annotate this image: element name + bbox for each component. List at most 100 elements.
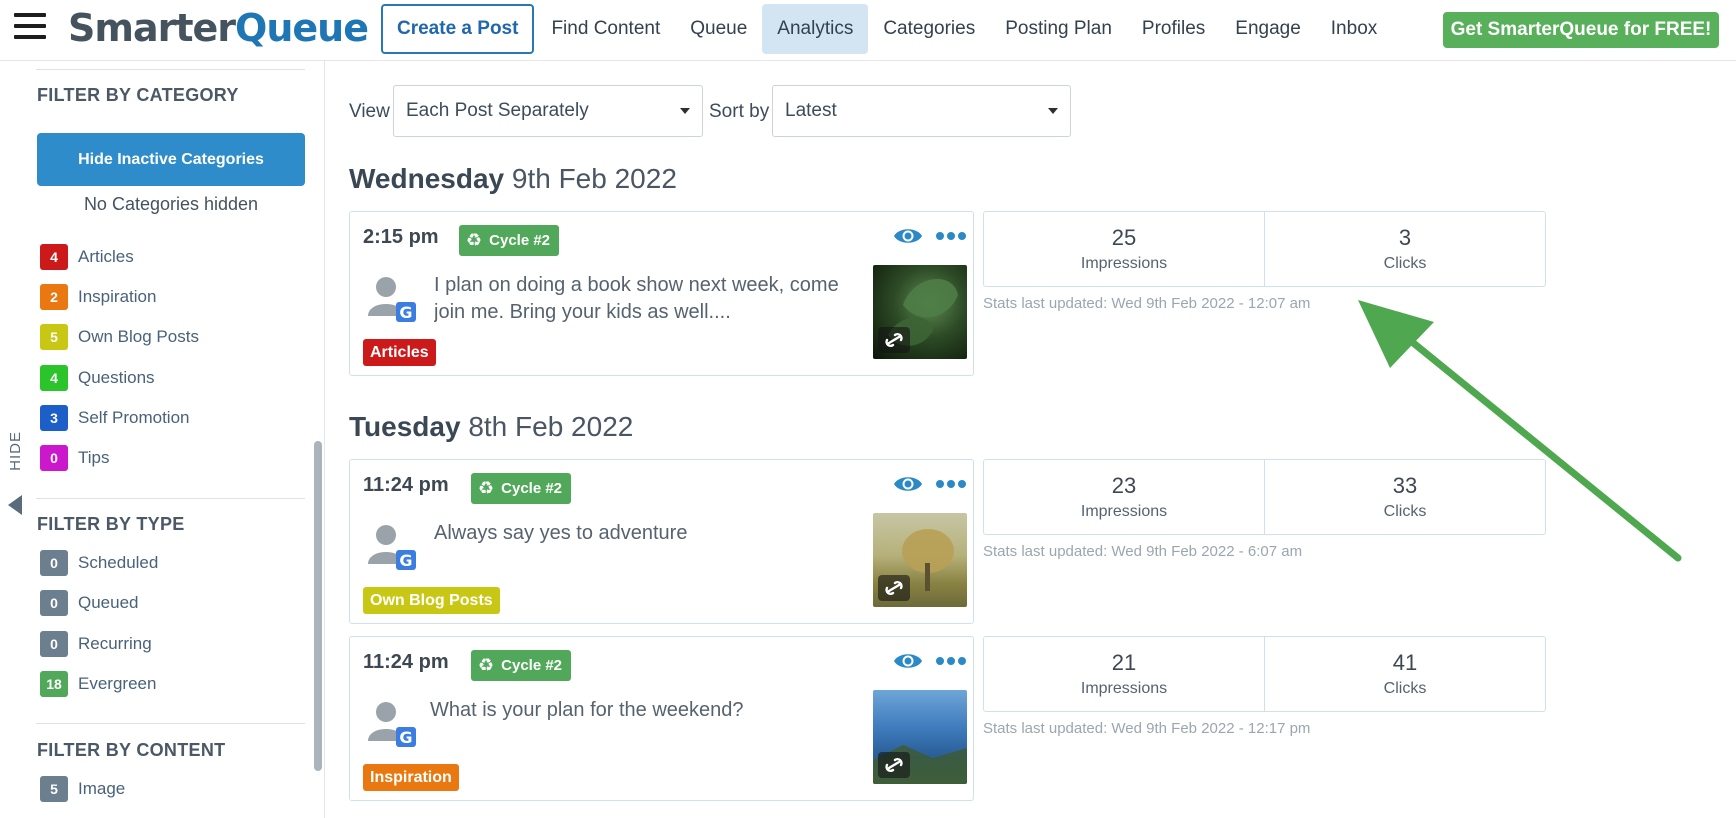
category-label: Self Promotion — [78, 408, 190, 427]
day-weekday: Tuesday — [349, 411, 461, 442]
google-profile-avatar-icon: G — [368, 702, 416, 747]
type-label: Queued — [78, 593, 139, 612]
type-filter-evergreen[interactable]: 18 Evergreen — [40, 671, 156, 697]
stats-last-updated: Stats last updated: Wed 9th Feb 2022 - 1… — [983, 720, 1311, 737]
day-date: 8th Feb 2022 — [468, 411, 634, 442]
category-filter-questions[interactable]: 4 Questions — [40, 365, 155, 391]
more-options-icon[interactable] — [935, 231, 967, 241]
sort-select[interactable]: Latest — [772, 85, 1071, 137]
day-heading: Tuesday 8th Feb 2022 — [349, 411, 633, 443]
category-count-badge: 3 — [40, 405, 68, 431]
nav-inbox[interactable]: Inbox — [1316, 4, 1392, 54]
type-count-badge: 0 — [40, 550, 68, 576]
nav-profiles[interactable]: Profiles — [1127, 4, 1220, 54]
clicks-label: Clicks — [1383, 680, 1427, 697]
hide-toggle-label: HIDE — [7, 431, 24, 471]
content-count-badge: 5 — [40, 776, 68, 802]
sidebar-divider — [36, 723, 305, 724]
hide-inactive-categories-button[interactable]: Hide Inactive Categories — [37, 133, 305, 186]
clicks-stat: 33 Clicks — [1264, 460, 1545, 534]
post-time: 2:15 pm — [363, 226, 439, 248]
type-filter-scheduled[interactable]: 0 Scheduled — [40, 550, 158, 576]
type-filter-recurring[interactable]: 0 Recurring — [40, 631, 152, 657]
post-text: I plan on doing a book show next week, c… — [434, 274, 839, 323]
impressions-stat: 25 Impressions — [984, 212, 1264, 286]
category-count-badge: 2 — [40, 284, 68, 310]
collapse-triangle-icon — [8, 495, 22, 515]
get-free-button[interactable]: Get SmarterQueue for FREE! — [1443, 12, 1719, 48]
top-navigation: SmarterQueue Create a Post Find Content … — [0, 0, 1736, 61]
type-filter-queued[interactable]: 0 Queued — [40, 590, 139, 616]
post-image-thumbnail[interactable] — [873, 265, 967, 359]
link-icon — [878, 752, 910, 778]
more-options-icon[interactable] — [935, 656, 967, 666]
sidebar-scrollbar[interactable] — [314, 441, 322, 771]
post-text: Always say yes to adventure — [434, 522, 688, 544]
content-filter-image[interactable]: 5 Image — [40, 776, 125, 802]
logo-text-queue: Queue — [235, 6, 369, 50]
category-filter-articles[interactable]: 4 Articles — [40, 244, 134, 270]
post-category-tag[interactable]: Inspiration — [363, 764, 459, 791]
hidden-categories-status: No Categories hidden — [83, 194, 259, 214]
nav-queue[interactable]: Queue — [675, 4, 762, 54]
category-filter-own-blog-posts[interactable]: 5 Own Blog Posts — [40, 324, 199, 350]
cycle-label: Cycle #2 — [501, 657, 563, 674]
post-image-thumbnail[interactable] — [873, 513, 967, 607]
post-time: 11:24 pm — [363, 474, 449, 496]
sidebar-divider — [36, 498, 305, 499]
recycle-icon: ♻ — [478, 478, 495, 498]
type-count-badge: 18 — [40, 671, 68, 697]
nav-posting-plan[interactable]: Posting Plan — [990, 4, 1127, 54]
category-count-badge: 0 — [40, 445, 68, 471]
stats-last-updated: Stats last updated: Wed 9th Feb 2022 - 6… — [983, 543, 1303, 560]
more-options-icon[interactable] — [935, 479, 967, 489]
category-label: Own Blog Posts — [78, 327, 199, 346]
category-filter-inspiration[interactable]: 2 Inspiration — [40, 284, 156, 310]
post-card: 2:15 pm ♻ Cycle #2 G I plan on doing a bo… — [349, 211, 974, 376]
category-filter-self-promotion[interactable]: 3 Self Promotion — [40, 405, 190, 431]
preview-eye-icon[interactable] — [893, 650, 923, 672]
impressions-label: Impressions — [1080, 255, 1168, 272]
type-count-badge: 0 — [40, 631, 68, 657]
filter-by-content-heading: FILTER BY CONTENT — [37, 740, 226, 760]
view-label: View — [349, 101, 390, 122]
google-profile-avatar-icon: G — [368, 525, 416, 570]
category-label: Questions — [78, 368, 155, 387]
post-image-thumbnail[interactable] — [873, 690, 967, 784]
post-category-tag[interactable]: Articles — [363, 339, 436, 366]
stats-last-updated: Stats last updated: Wed 9th Feb 2022 - 1… — [983, 295, 1311, 312]
category-count-badge: 4 — [40, 365, 68, 391]
nav-create-post[interactable]: Create a Post — [381, 4, 535, 54]
clicks-value: 41 — [1392, 650, 1418, 675]
clicks-stat: 3 Clicks — [1264, 212, 1545, 286]
cycle-badge[interactable]: ♻ Cycle #2 — [471, 473, 572, 504]
nav-analytics[interactable]: Analytics — [762, 4, 869, 54]
day-date: 9th Feb 2022 — [511, 163, 677, 194]
sidebar-hide-toggle[interactable]: HIDE — [5, 431, 27, 521]
category-filter-tips[interactable]: 0 Tips — [40, 445, 110, 471]
view-caret-icon — [680, 108, 690, 114]
nav-find-content[interactable]: Find Content — [536, 4, 675, 54]
nav-engage[interactable]: Engage — [1220, 4, 1316, 54]
post-category-tag[interactable]: Own Blog Posts — [363, 587, 500, 614]
sidebar-divider — [36, 69, 305, 70]
impressions-label: Impressions — [1080, 680, 1168, 697]
preview-eye-icon[interactable] — [893, 225, 923, 247]
post-card: 11:24 pm ♻ Cycle #2 G Always say yes to a… — [349, 459, 974, 624]
nav-categories[interactable]: Categories — [868, 4, 990, 54]
cycle-badge[interactable]: ♻ Cycle #2 — [459, 225, 560, 256]
cycle-badge[interactable]: ♻ Cycle #2 — [471, 650, 572, 681]
svg-text:G: G — [399, 303, 412, 322]
day-weekday: Wednesday — [349, 163, 505, 194]
logo[interactable]: SmarterQueue — [68, 6, 369, 50]
content-label: Image — [78, 779, 126, 798]
view-select[interactable]: Each Post Separately — [393, 85, 703, 137]
impressions-stat: 21 Impressions — [984, 637, 1264, 711]
clicks-label: Clicks — [1383, 503, 1427, 520]
category-label: Inspiration — [78, 287, 157, 306]
preview-eye-icon[interactable] — [893, 473, 923, 495]
post-stats: 25 Impressions 3 Clicks — [983, 211, 1546, 287]
impressions-value: 23 — [1111, 473, 1137, 498]
menu-icon[interactable] — [14, 13, 46, 39]
category-count-badge: 4 — [40, 244, 68, 270]
